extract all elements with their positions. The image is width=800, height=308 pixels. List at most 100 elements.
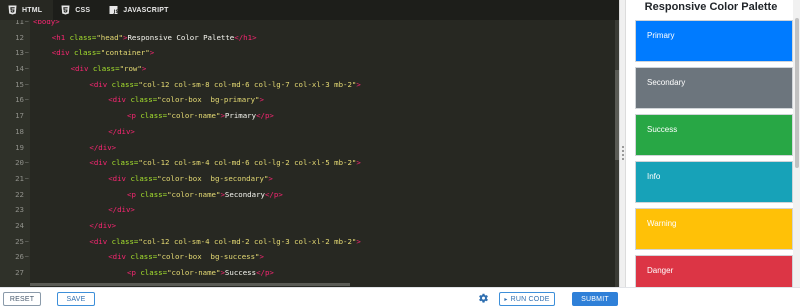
preview-scrollbar-thumb[interactable] bbox=[795, 18, 799, 168]
code-token: <p bbox=[127, 189, 136, 199]
line-number: 14 bbox=[15, 64, 24, 74]
line-number: 18 bbox=[15, 126, 24, 136]
code-token: </p> bbox=[256, 111, 274, 121]
drag-grip-icon bbox=[622, 146, 624, 160]
reset-button[interactable]: RESET bbox=[3, 292, 41, 306]
code-token: class= bbox=[135, 111, 168, 121]
line-number: 12 bbox=[15, 32, 24, 42]
code-token: > bbox=[259, 252, 264, 262]
code-text: <div class="color-box bg-primary"> bbox=[108, 92, 264, 108]
code-token: class= bbox=[126, 95, 158, 105]
fold-toggle-icon[interactable]: – bbox=[25, 92, 29, 108]
code-token: "color-box bg-secondary" bbox=[157, 173, 269, 183]
code-text: <h1 class="head">Responsive Color Palett… bbox=[52, 30, 257, 46]
code-token: Secondary bbox=[224, 189, 265, 199]
code-line[interactable]: 21– <div class="color-box bg-secondary"> bbox=[0, 171, 619, 187]
code-token: </div> bbox=[108, 126, 135, 136]
code-token: <div bbox=[108, 173, 126, 183]
code-token: "col-12 col-sm-4 col-md-6 col-lg-2 col-x… bbox=[138, 158, 357, 168]
tab-javascript[interactable]: JS JAVASCRIPT bbox=[101, 0, 179, 20]
code-line[interactable]: 15– <div class="col-12 col-sm-8 col-md-6 … bbox=[0, 77, 619, 93]
code-editor-panel: HTML CSS JS JAVASCRIPT 11– <body> 12 <h1 cl… bbox=[0, 0, 619, 287]
code-token: class= bbox=[107, 158, 139, 168]
code-line[interactable]: 26– <div class="color-box bg-success"> bbox=[0, 249, 619, 265]
code-token: <div bbox=[89, 158, 108, 168]
code-token: > bbox=[356, 79, 361, 89]
pane-resize-handle[interactable] bbox=[619, 0, 626, 287]
code-token: <div bbox=[89, 236, 108, 246]
gear-icon[interactable] bbox=[478, 293, 489, 304]
code-text: <div class="col-12 col-sm-8 col-md-6 col… bbox=[89, 77, 360, 93]
code-line[interactable]: 19 </div> bbox=[0, 140, 619, 156]
code-line[interactable]: 11– <body> bbox=[0, 20, 619, 30]
code-line[interactable]: 20– <div class="col-12 col-sm-4 col-md-6 … bbox=[0, 155, 619, 171]
code-line[interactable]: 25– <div class="col-12 col-sm-4 col-md-2 … bbox=[0, 234, 619, 250]
code-text: <div class="col-12 col-sm-4 col-md-2 col… bbox=[89, 234, 360, 250]
code-line[interactable]: 12 <h1 class="head">Responsive Color Pale… bbox=[0, 30, 619, 46]
code-line[interactable]: 18 </div> bbox=[0, 124, 619, 140]
code-text: </div> bbox=[89, 140, 116, 156]
line-number: 15 bbox=[15, 79, 24, 89]
tab-html-label: HTML bbox=[22, 6, 43, 14]
code-token: class= bbox=[107, 236, 139, 246]
fold-toggle-icon[interactable]: – bbox=[25, 171, 29, 187]
code-line[interactable]: 23 </div> bbox=[0, 202, 619, 218]
code-token: <div bbox=[89, 79, 108, 89]
fold-toggle-icon[interactable]: – bbox=[25, 61, 29, 77]
code-token: class= bbox=[69, 48, 101, 58]
code-token: > bbox=[356, 236, 361, 246]
code-token: > bbox=[141, 64, 147, 74]
code-token: > bbox=[356, 158, 361, 168]
editor-horizontal-scrollbar-thumb[interactable] bbox=[30, 283, 350, 286]
line-number: 17 bbox=[15, 111, 24, 121]
color-name: Danger bbox=[647, 266, 674, 275]
editor-tab-bar: HTML CSS JS JAVASCRIPT bbox=[0, 0, 619, 20]
fold-toggle-icon[interactable]: – bbox=[25, 20, 29, 30]
code-token: <h1 bbox=[51, 32, 66, 42]
code-token: "col-12 col-sm-8 col-md-6 col-lg-7 col-x… bbox=[138, 79, 357, 89]
submit-button[interactable]: SUBMIT bbox=[572, 292, 618, 306]
code-line[interactable]: 14– <div class="row"> bbox=[0, 61, 619, 77]
color-name: Secondary bbox=[647, 78, 686, 87]
color-box-success: Success bbox=[635, 114, 793, 156]
code-token: class= bbox=[88, 64, 120, 74]
color-name: Warning bbox=[647, 219, 677, 228]
code-token: "row" bbox=[119, 64, 142, 74]
save-button[interactable]: SAVE bbox=[57, 292, 95, 306]
tab-html[interactable]: HTML bbox=[0, 0, 54, 20]
code-token: class= bbox=[65, 32, 97, 42]
code-token: </div> bbox=[89, 220, 117, 230]
fold-toggle-icon[interactable]: – bbox=[25, 77, 29, 93]
code-token: class= bbox=[135, 189, 168, 199]
code-token: "color-name" bbox=[167, 111, 221, 121]
code-token: </p> bbox=[256, 268, 274, 277]
color-box-secondary: Secondary bbox=[635, 67, 793, 109]
code-line[interactable]: 24 </div> bbox=[0, 218, 619, 234]
code-line[interactable]: 13– <div class="container"> bbox=[0, 45, 619, 61]
fold-toggle-icon[interactable]: – bbox=[25, 45, 29, 61]
code-token: class= bbox=[135, 268, 168, 277]
code-area[interactable]: 11– <body> 12 <h1 class="head">Responsive C… bbox=[0, 20, 619, 287]
code-token: <body> bbox=[33, 20, 60, 26]
tab-css[interactable]: CSS bbox=[53, 0, 101, 20]
code-line[interactable]: 16– <div class="color-box bg-primary"> bbox=[0, 92, 619, 108]
fold-toggle-icon[interactable]: – bbox=[25, 155, 29, 171]
code-line[interactable]: 17 <p class="color-name">Primary</p> bbox=[0, 108, 619, 124]
color-name: Primary bbox=[647, 31, 675, 40]
run-code-button[interactable]: ▸ RUN CODE bbox=[499, 292, 555, 306]
run-code-label: RUN CODE bbox=[510, 295, 550, 303]
css3-icon bbox=[61, 5, 70, 15]
code-line[interactable]: 22 <p class="color-name">Secondary</p> bbox=[0, 187, 619, 203]
fold-toggle-icon[interactable]: – bbox=[25, 249, 29, 265]
js-icon: JS bbox=[109, 6, 118, 15]
code-text: <p class="color-name">Primary</p> bbox=[127, 108, 274, 124]
code-token: > bbox=[149, 48, 155, 58]
fold-toggle-icon[interactable]: – bbox=[25, 234, 29, 250]
code-token: Success bbox=[224, 268, 257, 277]
code-token: Primary bbox=[224, 111, 257, 121]
tab-css-label: CSS bbox=[75, 6, 91, 14]
line-number: 23 bbox=[15, 205, 24, 215]
code-line[interactable]: 27 <p class="color-name">Success</p> bbox=[0, 265, 619, 281]
line-number: 25 bbox=[15, 236, 24, 246]
code-editor-app: HTML CSS JS JAVASCRIPT 11– <body> 12 <h1 cl… bbox=[0, 0, 800, 308]
